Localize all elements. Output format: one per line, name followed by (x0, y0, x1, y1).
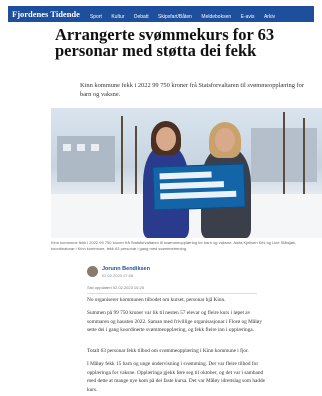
article-headline: Arrangerte svømmekurs for 63 personar me… (55, 25, 275, 60)
divider (87, 293, 257, 294)
author-avatar (87, 266, 98, 277)
nav-item-skipsfart[interactable]: Skipsfart/Båten (158, 14, 192, 20)
site-header: Fjordenes Tidende Sport Kultur Debatt Sk… (8, 6, 314, 22)
nav-item-debatt[interactable]: Debatt (134, 14, 149, 20)
updated-date: Sist oppdatert 02.02.2023 10:25 (87, 285, 144, 290)
body-paragraph: I Måløy fekk 15 barn og unge undervisnin… (87, 361, 265, 393)
body-paragraph: No organiserer kommunen tilbodet om kurs… (87, 297, 226, 303)
photo-caption: Kinn kommune fekk i 2022 99 750 kroner f… (51, 240, 297, 251)
publish-date: 02.02.2023 07:08 (102, 273, 134, 278)
nav-item-arkiv[interactable]: Arkiv (264, 14, 275, 20)
cheque-sign (152, 163, 246, 211)
nav-item-sport[interactable]: Sport (90, 14, 102, 20)
nav-item-kultur[interactable]: Kultur (111, 14, 124, 20)
body-paragraph: Totalt 63 personar fekk tilbod om svømme… (87, 348, 249, 354)
byline: Jorunn Bendiksen 02.02.2023 07:08 (87, 266, 287, 282)
article-lead: Kinn kommune fekk i 2022 99 750 kroner f… (80, 82, 304, 98)
article-photo (51, 108, 322, 238)
nav-item-meldeboksen[interactable]: Meldeboksen (201, 14, 231, 20)
site-logo[interactable]: Fjordenes Tidende (12, 9, 80, 19)
body-paragraph: Summen på 99 750 kroner var lik til nest… (87, 310, 262, 334)
author-name[interactable]: Jorunn Bendiksen (102, 266, 150, 272)
main-nav: Sport Kultur Debatt Skipsfart/Båten Meld… (90, 5, 280, 23)
nav-item-e-avis[interactable]: E-avis (241, 14, 255, 20)
